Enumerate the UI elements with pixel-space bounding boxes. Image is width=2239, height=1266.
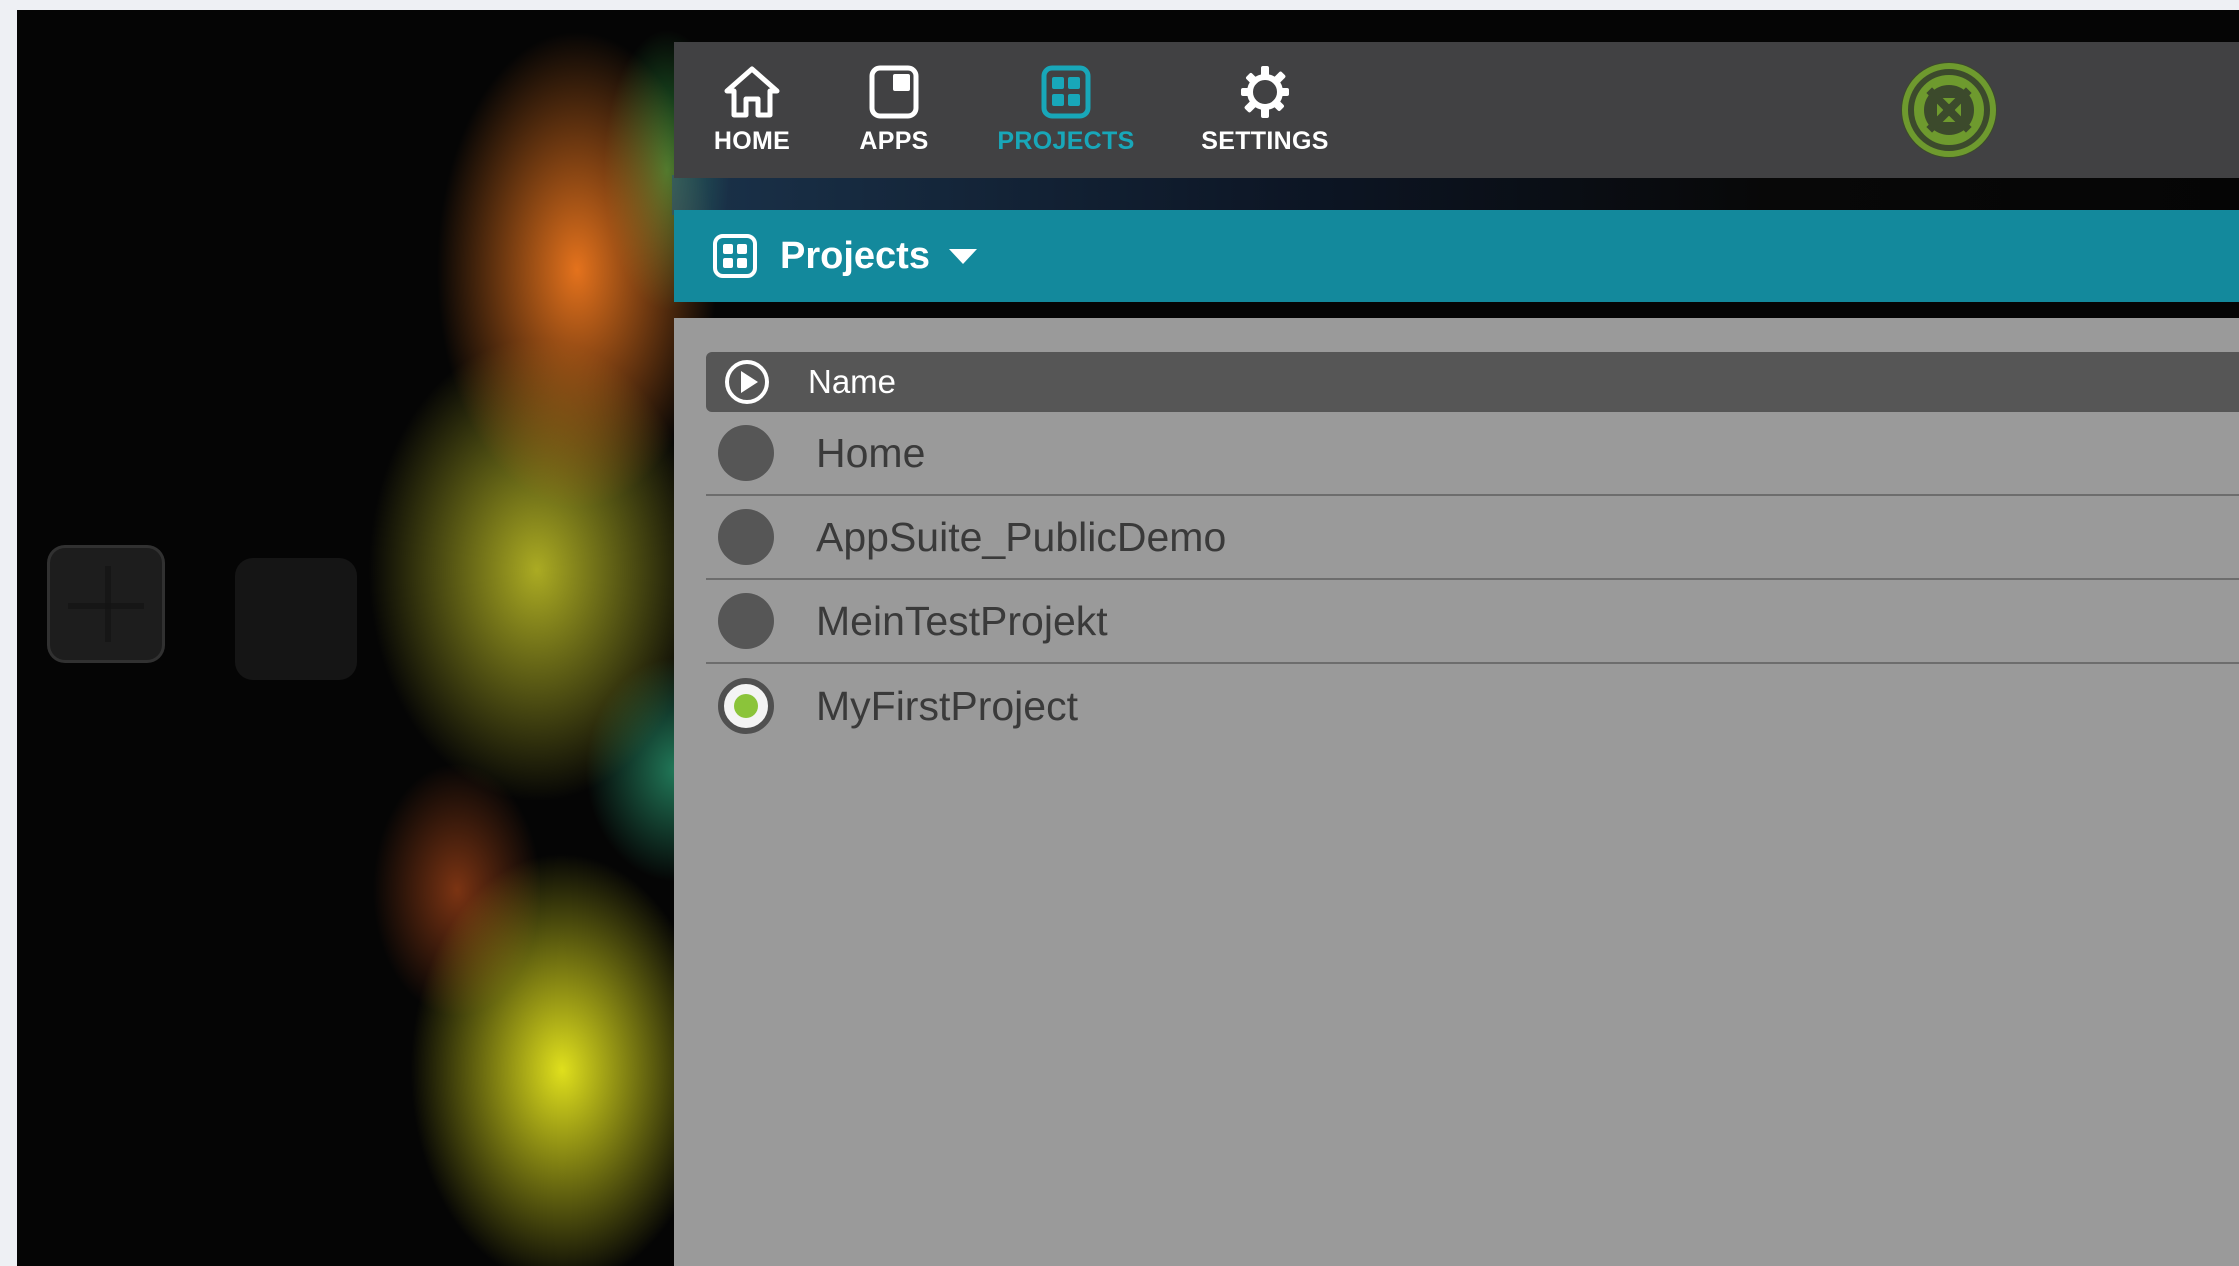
- nav-home-label: HOME: [713, 126, 791, 155]
- section-header: Projects: [674, 210, 2239, 302]
- nav-projects-label: PROJECTS: [997, 126, 1135, 155]
- play-icon[interactable]: [724, 359, 770, 405]
- row-radio[interactable]: [718, 425, 774, 481]
- table-row[interactable]: MeinTestProjekt: [706, 580, 2239, 664]
- nav-apps-label: APPS: [859, 126, 929, 155]
- row-radio-selected[interactable]: [718, 678, 774, 734]
- table-row[interactable]: Home: [706, 412, 2239, 496]
- column-header-name[interactable]: Name: [808, 363, 896, 401]
- page-title[interactable]: Projects: [780, 235, 930, 278]
- nav-projects[interactable]: PROJECTS: [975, 42, 1157, 178]
- projects-icon: [1041, 65, 1091, 118]
- gear-icon: [1241, 65, 1289, 118]
- project-list-panel: Name Home AppSuite_PublicDemo MeinTestPr…: [674, 318, 2239, 1266]
- nav-settings[interactable]: SETTINGS: [1174, 42, 1356, 178]
- table-header[interactable]: Name: [706, 352, 2239, 412]
- background-tile-icon: [235, 558, 357, 680]
- row-radio[interactable]: [718, 509, 774, 565]
- top-navigation: HOME APPS PROJECTS SETTINGS: [674, 42, 2239, 178]
- background-tile-icon: [47, 545, 165, 663]
- logo-badge-icon: [1901, 62, 1997, 158]
- nav-settings-label: SETTINGS: [1201, 126, 1329, 155]
- desktop-background: HOME APPS PROJECTS SETTINGS Projects Nam…: [17, 10, 2239, 1266]
- projects-icon: [713, 234, 757, 278]
- row-label: MyFirstProject: [816, 682, 1078, 729]
- table-row[interactable]: MyFirstProject: [706, 664, 2239, 748]
- apps-icon: [869, 65, 919, 118]
- row-label: AppSuite_PublicDemo: [816, 513, 1227, 560]
- row-label: Home: [816, 429, 926, 476]
- row-radio[interactable]: [718, 593, 774, 649]
- table-row[interactable]: AppSuite_PublicDemo: [706, 496, 2239, 580]
- caret-down-icon[interactable]: [948, 247, 978, 265]
- row-label: MeinTestProjekt: [816, 597, 1108, 644]
- background-speckle: [672, 175, 2239, 215]
- nav-apps[interactable]: APPS: [816, 42, 972, 178]
- nav-home[interactable]: HOME: [674, 42, 830, 178]
- home-icon: [724, 66, 780, 117]
